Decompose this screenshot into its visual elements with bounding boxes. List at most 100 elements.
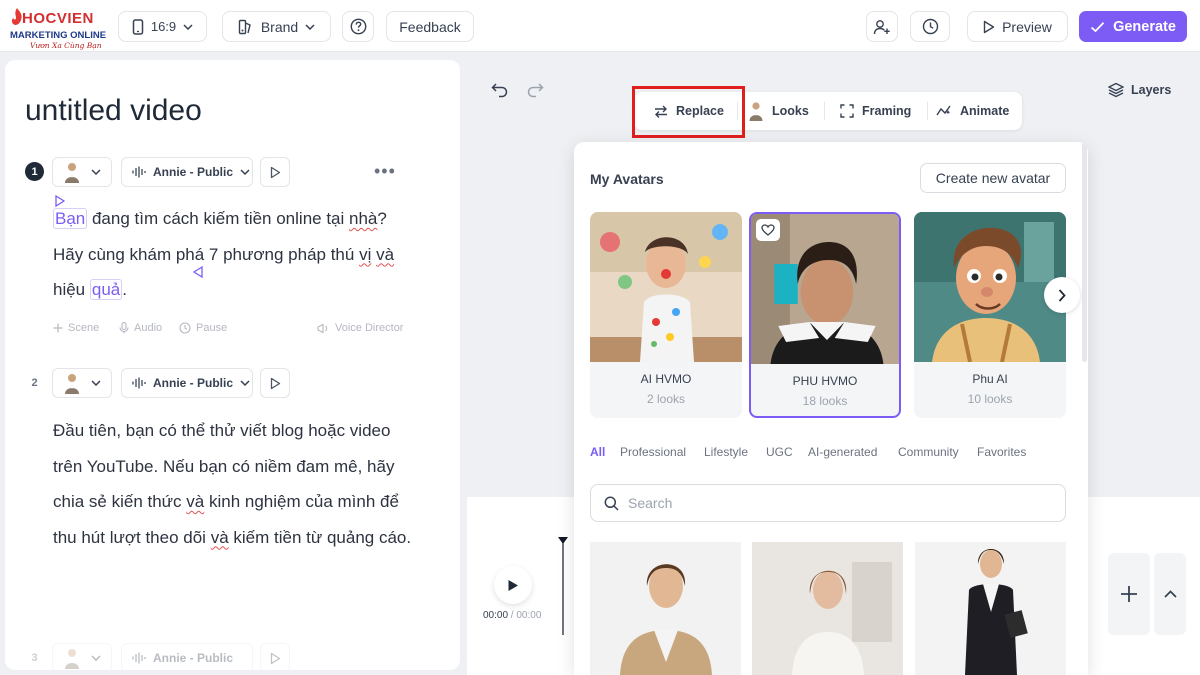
play-scene-button[interactable] <box>260 157 290 187</box>
voice-selector[interactable]: Annie - Public <box>121 157 253 187</box>
panel-scrollbar[interactable] <box>1082 142 1087 362</box>
scene-number: 3 <box>31 651 38 664</box>
search-placeholder: Search <box>628 495 673 511</box>
generate-button[interactable]: Generate <box>1079 11 1187 42</box>
help-icon <box>350 18 366 35</box>
create-new-avatar-button[interactable]: Create new avatar <box>920 163 1066 193</box>
stock-avatar-image <box>915 542 1066 675</box>
scene-1-script[interactable]: Bạn đang tìm cách kiếm tiền online tại n… <box>53 201 413 308</box>
feedback-button[interactable]: Feedback <box>386 11 474 42</box>
framing-button[interactable]: Framing <box>840 92 911 130</box>
script-word: và <box>210 527 229 547</box>
filter-tab-community[interactable]: Community <box>898 445 959 459</box>
script-word: Bạn <box>53 208 88 229</box>
filter-tab-professional[interactable]: Professional <box>620 445 686 459</box>
stock-avatar-card[interactable] <box>915 542 1066 675</box>
current-time: 00:00 <box>483 610 509 621</box>
voice-director-label: Voice Director <box>335 322 404 334</box>
aspect-ratio-label: 16:9 <box>150 19 177 34</box>
pause-tool-label: Pause <box>196 322 228 334</box>
expand-timeline-button[interactable] <box>1154 553 1186 635</box>
play-icon <box>270 166 280 178</box>
pause-clock-icon <box>179 322 191 334</box>
brand-dropdown[interactable]: Brand <box>222 11 331 42</box>
aspect-ratio-dropdown[interactable]: 16:9 <box>118 11 207 42</box>
voice-name: Annie - Public <box>153 651 234 665</box>
layers-button[interactable]: Layers <box>1108 82 1171 98</box>
framing-label: Framing <box>862 104 912 118</box>
total-time: 00:00 <box>516 610 542 621</box>
script-text: đang tìm cách kiếm tiền online tại <box>87 209 349 228</box>
redo-icon[interactable] <box>527 82 544 98</box>
add-collaborator-button[interactable] <box>866 11 898 42</box>
stock-avatar-card[interactable] <box>590 542 741 675</box>
avatar-card[interactable]: AI HVMO 2 looks <box>590 212 742 418</box>
voice-director-tool[interactable]: Voice Director <box>317 322 403 334</box>
play-scene-button[interactable] <box>260 643 290 670</box>
stock-avatar-card[interactable] <box>752 542 903 675</box>
animate-label: Animate <box>960 104 1010 118</box>
filter-tab-all[interactable]: All <box>590 445 605 459</box>
playhead[interactable] <box>556 536 570 636</box>
timeline-play-button[interactable] <box>494 566 532 604</box>
avatar-selector[interactable] <box>52 157 112 187</box>
chevron-down-icon <box>91 655 101 661</box>
feedback-label: Feedback <box>399 18 461 35</box>
add-scene-button[interactable] <box>1108 553 1150 635</box>
brand-icon <box>238 19 251 34</box>
pause-tool[interactable]: Pause <box>179 322 227 334</box>
scene-3-header: 3 Annie - Public <box>5 643 460 670</box>
top-bar: HOCVIEN MARKETING ONLINE Vươn Xa Cùng Bạ… <box>0 0 1200 52</box>
avatar-search-field[interactable]: Search <box>590 484 1066 522</box>
stock-avatar-image <box>752 542 903 675</box>
more-options-icon[interactable]: ••• <box>374 161 396 182</box>
stock-avatar-image <box>590 542 741 675</box>
chevron-right-icon <box>1058 288 1066 302</box>
play-icon <box>270 377 280 389</box>
filter-tab-lifestyle[interactable]: Lifestyle <box>704 445 748 459</box>
looks-button[interactable]: Looks <box>748 92 809 130</box>
avatar-thumbnail <box>65 374 79 394</box>
avatar-thumbnail <box>65 163 79 183</box>
next-avatars-button[interactable] <box>1044 277 1080 313</box>
filter-tab-favorites[interactable]: Favorites <box>977 445 1026 459</box>
play-scene-button[interactable] <box>260 368 290 398</box>
toolbar-divider <box>824 102 825 120</box>
search-icon <box>604 496 619 511</box>
voice-selector[interactable]: Annie - Public <box>121 643 253 670</box>
add-scene-tool[interactable]: Scene <box>53 322 99 334</box>
filter-tab-ugc[interactable]: UGC <box>766 445 793 459</box>
scene-2-script[interactable]: Đầu tiên, bạn có thể thử viết blog hoặc … <box>53 413 413 555</box>
filter-tab-ai-generated[interactable]: AI-generated <box>808 445 877 459</box>
layers-icon <box>1108 82 1124 98</box>
avatar-selector[interactable] <box>52 643 112 670</box>
brand-label: Brand <box>260 18 299 35</box>
add-user-icon <box>873 19 890 34</box>
video-title[interactable]: untitled video <box>25 94 202 128</box>
avatar-card[interactable]: Phu AI 10 looks <box>914 212 1066 418</box>
script-text: kiếm tiền từ quảng cáo. <box>228 527 412 547</box>
animate-icon <box>936 105 951 116</box>
history-button[interactable] <box>910 11 950 42</box>
avatar-selector[interactable] <box>52 368 112 398</box>
chevron-down-icon <box>91 169 101 175</box>
check-icon <box>1090 21 1105 32</box>
chevron-down-icon <box>240 380 250 386</box>
avatar-name: AI HVMO <box>640 372 692 386</box>
audio-tool-label: Audio <box>134 322 163 334</box>
undo-icon[interactable] <box>491 82 508 98</box>
preview-button[interactable]: Preview <box>967 11 1068 42</box>
voice-director-icon <box>317 323 328 333</box>
logo[interactable]: HOCVIEN MARKETING ONLINE Vươn Xa Cùng Bạ… <box>8 8 108 50</box>
avatar-card-selected[interactable]: PHU HVMO 18 looks <box>749 212 901 418</box>
help-button[interactable] <box>342 11 374 42</box>
waveform-icon <box>132 652 146 664</box>
script-text: . <box>122 280 127 299</box>
avatar-looks-count: 18 looks <box>802 394 848 408</box>
chevron-down-icon <box>305 23 315 30</box>
favorite-button[interactable] <box>756 219 780 241</box>
logo-sub-text: MARKETING ONLINE <box>10 30 107 41</box>
audio-tool[interactable]: Audio <box>119 322 162 334</box>
voice-selector[interactable]: Annie - Public <box>121 368 253 398</box>
animate-button[interactable]: Animate <box>936 92 1009 130</box>
